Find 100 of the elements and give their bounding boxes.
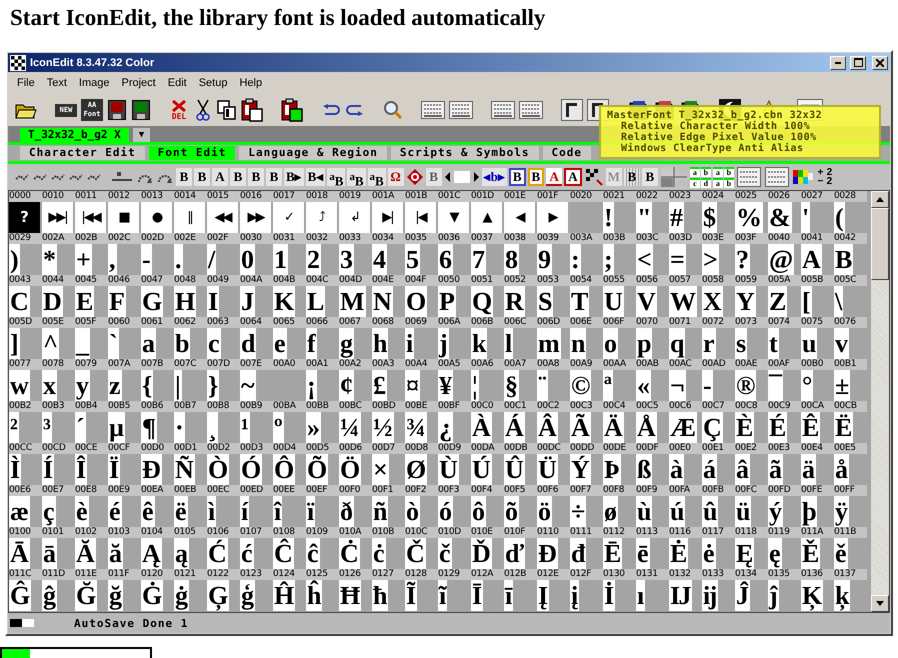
glyph-cell[interactable]: 00E9 é (108, 485, 141, 527)
glyph-cell[interactable]: 0127 ħ (372, 569, 405, 611)
glyph-cell[interactable]: 00B5 µ (108, 401, 141, 443)
glyph-cell[interactable]: 00B4 ´ (75, 401, 108, 443)
glyph-cell[interactable]: 0064 d (240, 317, 273, 359)
glyph-cell[interactable]: 0016 ▶▶ (240, 191, 273, 233)
glyph-cell[interactable]: 0029 ) (9, 233, 42, 275)
format-button[interactable]: $^{a}$B (327, 168, 346, 186)
glyph-cell[interactable]: 00F2 ò (405, 485, 438, 527)
glyph-cell[interactable]: 005C \ (834, 275, 867, 317)
glyph-cell[interactable]: 005D ] (9, 317, 42, 359)
glyph-cell[interactable]: 010D č (438, 527, 471, 569)
mode-tab[interactable]: Code (542, 146, 592, 160)
glyph-cell[interactable]: 00C3 Ã (570, 401, 603, 443)
glyph-cell[interactable]: 0059 Y (735, 275, 768, 317)
glyph-cell[interactable]: 0074 t (768, 317, 801, 359)
glyph-cell[interactable]: 0023 # (669, 191, 702, 233)
glyph-cell[interactable]: 00FD ý (768, 485, 801, 527)
glyph-cell[interactable]: 005B [ (801, 275, 834, 317)
glyph-cell[interactable]: 004C L (306, 275, 339, 317)
glyph-cell[interactable]: 0017 ✓ (273, 191, 306, 233)
mode-tab[interactable]: Character Edit (20, 146, 145, 160)
glyph-cell[interactable]: 0131 ı (636, 569, 669, 611)
glyph-cell[interactable]: 00DB Û (504, 443, 537, 485)
glyph-cell[interactable]: 003A : (570, 233, 603, 275)
glyph-cell[interactable]: 0122 Ģ (207, 569, 240, 611)
glyph-cell[interactable]: 00EB ë (174, 485, 207, 527)
glyph-cell[interactable]: 0118 Ę (735, 527, 768, 569)
glyph-cell[interactable]: 002D - (141, 233, 174, 275)
glyph-cell[interactable]: 006F o (603, 317, 636, 359)
glyph-cell[interactable]: 0072 r (702, 317, 735, 359)
glyph-cell[interactable]: 00F1 ñ (372, 485, 405, 527)
glyph-cell[interactable]: 010C Č (405, 527, 438, 569)
glyph-cell[interactable]: 0056 V (636, 275, 669, 317)
glyph-cell[interactable]: 00F4 ô (471, 485, 504, 527)
glyph-cell[interactable]: 00CD Í (42, 443, 75, 485)
glyph-cell[interactable]: 0073 s (735, 317, 768, 359)
format-button[interactable]: B▸ (284, 168, 304, 186)
glyph-cell[interactable]: 011C Ĝ (9, 569, 42, 611)
glyph-cell[interactable]: 002A * (42, 233, 75, 275)
glyph-cell[interactable]: 0121 ġ (174, 569, 207, 611)
glyph-cell[interactable]: 00B9 ¹ (240, 401, 273, 443)
glyph-cell[interactable]: 002E . (174, 233, 207, 275)
glyph-cell[interactable]: 00E5 å (834, 443, 867, 485)
glyph-cell[interactable]: 004D M (339, 275, 372, 317)
glyph-cell[interactable]: 004F O (405, 275, 438, 317)
glyph-cell[interactable]: 0024 $ (702, 191, 735, 233)
glyph-cell[interactable]: 0077 w (9, 359, 42, 401)
glyph-cell[interactable]: 00DE Þ (603, 443, 636, 485)
format-button[interactable]: B (176, 168, 192, 186)
glyph-cell[interactable]: 0069 i (405, 317, 438, 359)
glyph-cell[interactable]: 00CC Ì (9, 443, 42, 485)
glyph-cell[interactable]: 010A Ċ (339, 527, 372, 569)
glyph-cell[interactable]: 00C5 Å (636, 401, 669, 443)
format-button[interactable]: B◂ (306, 168, 326, 186)
glyph-cell[interactable]: 0035 5 (405, 233, 438, 275)
glyph-cell[interactable]: 0011 |◀◀ (75, 191, 108, 233)
glyph-cell[interactable]: 0045 E (75, 275, 108, 317)
format-button[interactable]: B (426, 168, 442, 186)
glyph-cell[interactable]: 00E6 æ (9, 485, 42, 527)
glyph-cell[interactable]: 00C1 Á (504, 401, 537, 443)
glyph-cell[interactable]: 006C l (504, 317, 537, 359)
glyph-cell[interactable]: 011E Ğ (75, 569, 108, 611)
glyph-cell[interactable]: 0037 7 (471, 233, 504, 275)
glyph-cell[interactable]: 0116 Ė (669, 527, 702, 569)
glyph-cell[interactable]: 00F7 ÷ (570, 485, 603, 527)
glyph-cell[interactable]: 00BD ½ (372, 401, 405, 443)
format-button[interactable]: A (212, 168, 228, 186)
glyph-cell[interactable]: 00B2 ² (9, 401, 42, 443)
glyph-cell[interactable]: 00D0 Ð (141, 443, 174, 485)
glyph-cell[interactable]: 0071 q (669, 317, 702, 359)
glyph-cell[interactable]: 001B |◀ (405, 191, 438, 233)
glyph-cell[interactable]: 00C2 Â (537, 401, 570, 443)
glyph-cell[interactable]: 00E8 è (75, 485, 108, 527)
glyph-cell[interactable]: 00C4 Ä (603, 401, 636, 443)
glyph-cell[interactable]: 0054 T (570, 275, 603, 317)
glyph-cell[interactable]: 012B ī (504, 569, 537, 611)
glyph-cell[interactable]: 004B K (273, 275, 306, 317)
glyph-cell[interactable]: 0027 ' (801, 191, 834, 233)
glyph-cell[interactable]: 00D4 Ô (273, 443, 306, 485)
glyph-cell[interactable]: 0018 ⤴ (306, 191, 339, 233)
glyph-cell[interactable]: 0137 ķ (834, 569, 867, 611)
glyph-cell[interactable]: 0049 I (207, 275, 240, 317)
glyph-cell[interactable]: 0058 X (702, 275, 735, 317)
glyph-cell[interactable]: 00A2 ¢ (339, 359, 372, 401)
glyph-cell[interactable]: 006A j (438, 317, 471, 359)
glyph-cell[interactable]: 0022 " (636, 191, 669, 233)
glyph-cell[interactable]: 0031 1 (273, 233, 306, 275)
glyph-cell[interactable]: 00A1 ¡ (306, 359, 339, 401)
glyph-cell[interactable]: 003F ? (735, 233, 768, 275)
glyph-cell[interactable]: 006B k (471, 317, 504, 359)
menu-item[interactable]: Help (234, 75, 268, 91)
glyph-cell[interactable]: 00A8 ¨ (537, 359, 570, 401)
glyph-cell[interactable]: 00AB « (636, 359, 669, 401)
glyph-cell[interactable]: 00FB û (702, 485, 735, 527)
glyph-cell[interactable]: 00C0 À (471, 401, 504, 443)
glyph-cell[interactable]: 00E2 â (735, 443, 768, 485)
format-button[interactable]: $^{a}$B (368, 168, 386, 186)
menu-item[interactable]: Edit (162, 75, 192, 91)
format-button[interactable]: B (266, 168, 282, 186)
